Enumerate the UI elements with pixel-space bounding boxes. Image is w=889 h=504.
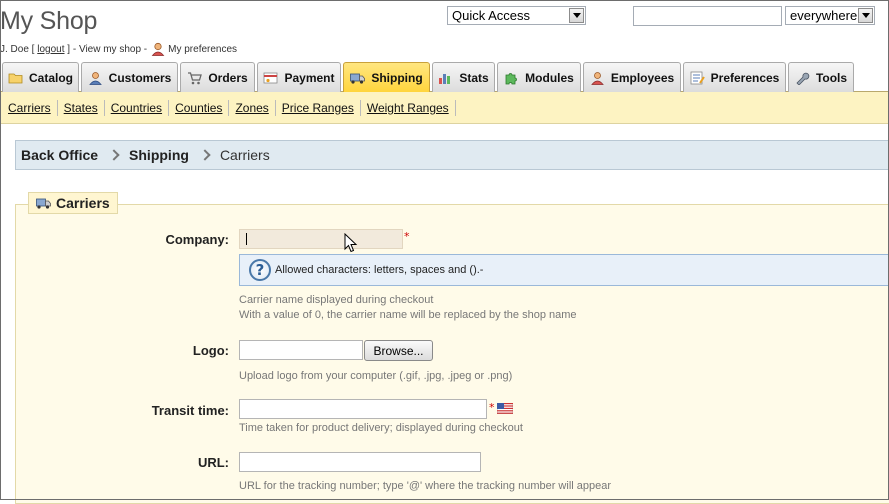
tab-orders[interactable]: Orders — [180, 62, 255, 92]
subnav-zones[interactable]: Zones — [229, 101, 274, 115]
logo-hint: Upload logo from your computer (.gif, .j… — [239, 370, 513, 382]
transit-time-label: Transit time: — [151, 403, 229, 418]
logo-label: Logo: — [192, 343, 229, 358]
transit-time-input[interactable] — [239, 399, 487, 419]
company-label: Company: — [165, 232, 229, 247]
company-input[interactable] — [239, 229, 403, 249]
chevron-right-icon — [201, 149, 209, 161]
wrench-icon — [795, 71, 810, 86]
subnav-weight-ranges[interactable]: Weight Ranges — [361, 101, 455, 115]
customer-icon — [88, 71, 103, 85]
required-marker: * — [404, 230, 410, 243]
tab-tools[interactable]: Tools — [788, 62, 854, 92]
required-marker: * — [489, 401, 495, 414]
main-tabs: Catalog Customers Orders Payment Shippin… — [0, 62, 889, 93]
search-input[interactable] — [633, 6, 782, 26]
breadcrumb: Back Office Shipping Carriers — [15, 140, 889, 170]
my-preferences-link[interactable]: My preferences — [168, 44, 237, 55]
quick-access-select[interactable]: Quick Access — [447, 6, 586, 25]
logo-file-input[interactable] — [239, 340, 363, 360]
breadcrumb-shipping[interactable]: Shipping — [129, 147, 189, 163]
chart-icon — [438, 71, 453, 85]
payment-icon — [263, 71, 278, 85]
subnav-price-ranges[interactable]: Price Ranges — [276, 101, 360, 115]
view-shop-link[interactable]: View my shop — [79, 44, 141, 55]
tab-payment[interactable]: Payment — [257, 62, 341, 92]
tab-label: Shipping — [371, 71, 423, 85]
tab-label: Employees — [610, 70, 675, 85]
tab-label: Tools — [815, 70, 848, 85]
user-line: J. Doe [ logout ] - View my shop - My pr… — [0, 42, 238, 56]
subnav-carriers[interactable]: Carriers — [2, 101, 57, 115]
url-label: URL: — [197, 455, 229, 470]
text-cursor — [246, 233, 247, 245]
tab-preferences[interactable]: Preferences — [683, 62, 786, 92]
tab-customers[interactable]: Customers — [81, 62, 178, 92]
company-help-box: ? Allowed characters: letters, spaces an… — [239, 254, 889, 286]
breadcrumb-carriers: Carriers — [219, 147, 270, 163]
cart-icon — [187, 71, 203, 85]
logout-link[interactable]: logout — [37, 44, 64, 55]
tab-label: Payment — [284, 70, 335, 85]
tab-label: Modules — [525, 70, 574, 85]
quick-access-value: Quick Access — [452, 8, 531, 23]
tab-label: Catalog — [28, 70, 73, 85]
url-hint: URL for the tracking number; type '@' wh… — [239, 480, 612, 492]
tab-shipping[interactable]: Shipping — [343, 62, 430, 93]
form-legend: Carriers — [28, 192, 118, 214]
divider — [454, 99, 456, 116]
subnav-counties[interactable]: Counties — [169, 101, 228, 115]
chevron-right-icon — [110, 149, 118, 161]
transit-time-hint: Time taken for product delivery; display… — [239, 422, 523, 434]
mouse-pointer-icon — [344, 232, 358, 253]
employee-icon — [590, 71, 605, 85]
company-hint-1: Carrier name displayed during checkout — [239, 294, 434, 306]
breadcrumb-back-office[interactable]: Back Office — [21, 147, 98, 163]
browse-button[interactable]: Browse... — [364, 340, 433, 361]
tab-modules[interactable]: Modules — [497, 62, 581, 92]
question-icon: ? — [249, 259, 271, 281]
puzzle-icon — [504, 71, 519, 85]
truck-icon — [36, 196, 51, 210]
company-hint-2: With a value of 0, the carrier name will… — [239, 309, 577, 321]
user-name: J. Doe — [0, 43, 29, 55]
chevron-down-icon[interactable] — [569, 8, 584, 23]
search-scope-select[interactable]: everywhere — [785, 6, 875, 25]
tab-employees[interactable]: Employees — [583, 62, 681, 92]
tab-label: Orders — [208, 70, 248, 85]
us-flag-icon[interactable] — [496, 402, 514, 415]
subnav-states[interactable]: States — [58, 101, 104, 115]
search-scope-value: everywhere — [790, 8, 858, 23]
subnav-countries[interactable]: Countries — [105, 101, 168, 115]
url-input[interactable] — [239, 452, 481, 472]
folder-icon — [8, 71, 23, 85]
user-icon — [151, 42, 165, 56]
form-legend-label: Carriers — [56, 195, 110, 211]
tab-label: Stats — [459, 70, 489, 85]
company-help-text: Allowed characters: letters, spaces and … — [275, 264, 484, 276]
tab-catalog[interactable]: Catalog — [2, 62, 79, 92]
preferences-icon — [690, 71, 705, 85]
chevron-down-icon[interactable] — [858, 8, 873, 23]
truck-icon — [350, 71, 366, 85]
tab-label: Preferences — [710, 70, 780, 85]
tab-label: Customers — [108, 70, 172, 85]
shop-title: My Shop — [0, 7, 98, 35]
sub-navigation: Carriers States Countries Counties Zones… — [0, 92, 889, 124]
tab-stats[interactable]: Stats — [432, 62, 495, 92]
